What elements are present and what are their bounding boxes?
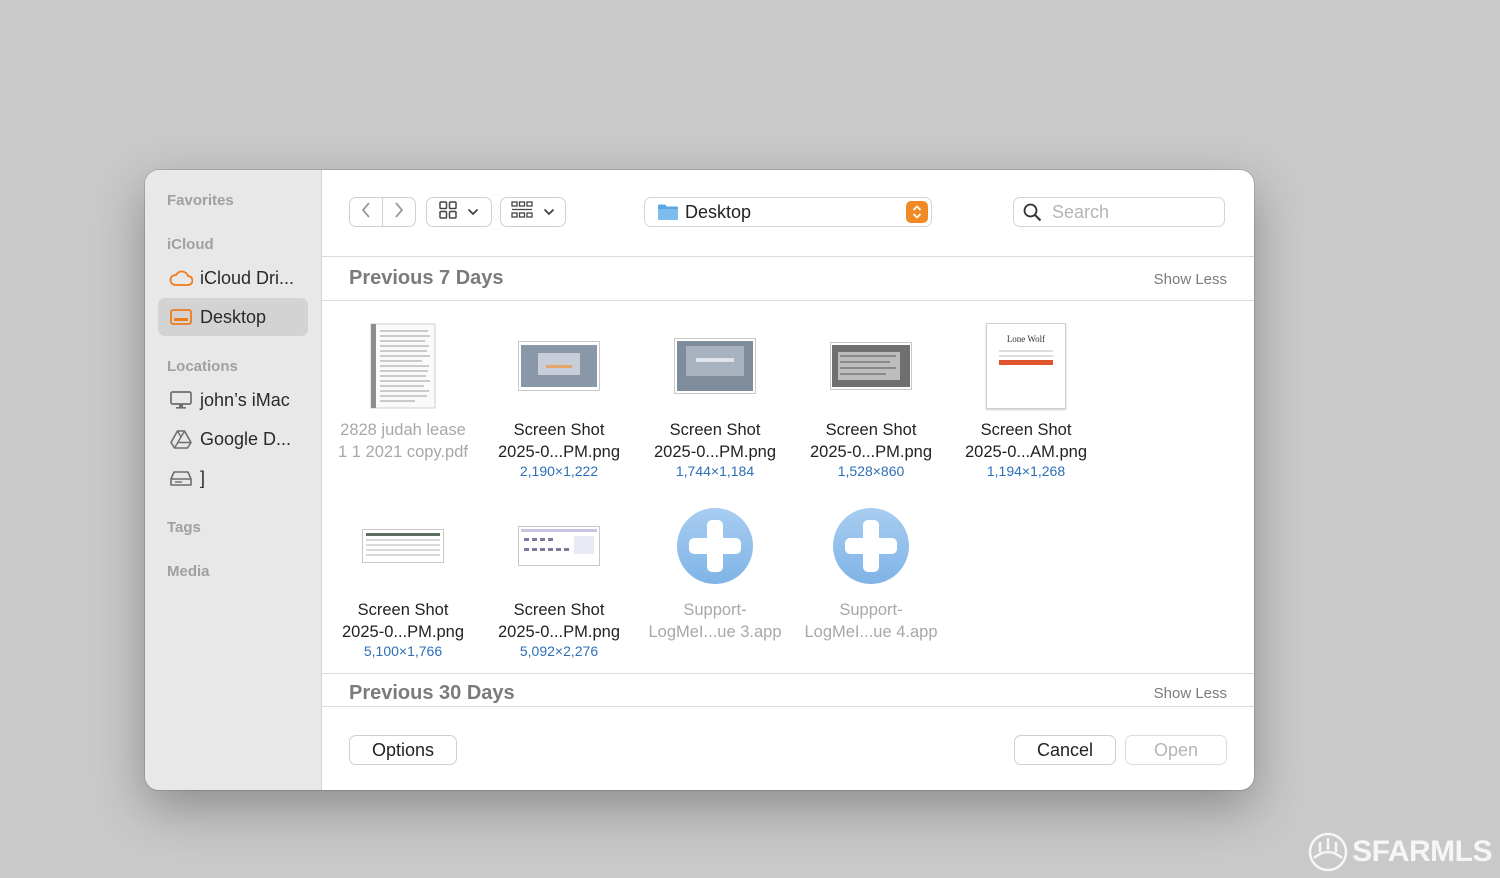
- file-name-line2: 2025-0...PM.png: [342, 623, 464, 641]
- file-name-line2: 1 1 2021 copy.pdf: [338, 443, 468, 461]
- file-name-line2: 2025-0...PM.png: [810, 443, 932, 461]
- computer-icon: [169, 388, 193, 412]
- screenshot-thumbnail: [796, 316, 946, 416]
- section-header-previous-30-days: Previous 30 Days Show Less: [322, 673, 1254, 707]
- file-item[interactable]: Screen Shot 2025-0...PM.png 2,190×1,222: [484, 316, 634, 479]
- sidebar-item-desktop[interactable]: Desktop: [158, 298, 308, 336]
- file-item[interactable]: Screen Shot 2025-0...PM.png 5,092×2,276: [484, 496, 634, 659]
- screenshot-thumbnail: [640, 316, 790, 416]
- file-name-line1: Screen Shot: [980, 421, 1072, 439]
- sidebar-item-external-drive[interactable]: ]: [158, 459, 308, 497]
- file-name-line1: Support-: [839, 601, 903, 619]
- file-dimensions: 5,100×1,766: [363, 643, 443, 659]
- file-item[interactable]: Screen Shot 2025-0...PM.png 1,528×860: [796, 316, 946, 479]
- chevron-down-icon: [543, 203, 555, 221]
- app-plus-icon: [640, 496, 790, 596]
- file-name-line2: 2025-0...PM.png: [654, 443, 776, 461]
- sidebar-item-label: Google D...: [200, 428, 292, 449]
- chevron-down-icon: [467, 203, 479, 221]
- file-name-line1: Screen Shot: [669, 421, 761, 439]
- pdf-thumbnail: [328, 316, 478, 416]
- sidebar-header-icloud: iCloud: [167, 236, 214, 253]
- sidebar-item-icloud-drive[interactable]: iCloud Dri...: [158, 259, 308, 297]
- file-item[interactable]: Support- LogMeI...ue 4.app: [796, 496, 946, 643]
- up-down-chevron-icon: [906, 201, 928, 223]
- file-item[interactable]: Screen Shot 2025-0...PM.png 5,100×1,766: [328, 496, 478, 659]
- section-title: Previous 7 Days: [349, 267, 504, 289]
- external-drive-icon: [169, 466, 193, 490]
- location-label: Desktop: [685, 201, 752, 222]
- sidebar-header-tags[interactable]: Tags: [167, 519, 201, 536]
- open-button[interactable]: Open: [1125, 735, 1227, 765]
- cancel-button[interactable]: Cancel: [1014, 735, 1116, 765]
- file-item[interactable]: Screen Shot 2025-0...PM.png 1,744×1,184: [640, 316, 790, 479]
- section-header-previous-7-days: Previous 7 Days Show Less: [322, 257, 1254, 301]
- sidebar-item-label: Desktop: [200, 306, 267, 327]
- google-drive-icon: [169, 427, 193, 451]
- view-mode-button[interactable]: [426, 197, 492, 227]
- cloud-icon: [169, 266, 193, 290]
- sidebar-item-label: ]: [200, 467, 206, 488]
- file-name-line1: 2828 judah lease: [340, 421, 466, 439]
- sidebar-item-google-drive[interactable]: Google D...: [158, 420, 308, 458]
- section-title: Previous 30 Days: [349, 682, 515, 704]
- file-name-line1: Screen Shot: [357, 601, 449, 619]
- show-less-button[interactable]: Show Less: [1154, 271, 1227, 288]
- sidebar: Favorites iCloud iCloud Dri... Desktop L…: [145, 170, 322, 790]
- sfarmls-watermark: SFARMLS: [1308, 832, 1492, 872]
- open-file-dialog: Favorites iCloud iCloud Dri... Desktop L…: [145, 170, 1254, 790]
- search-icon: [1023, 203, 1042, 222]
- watermark-logo-icon: [1308, 832, 1348, 872]
- sidebar-header-favorites: Favorites: [167, 192, 234, 209]
- watermark-text: SFARMLS: [1352, 835, 1492, 868]
- screenshot-thumbnail: Lone Wolf: [951, 316, 1101, 416]
- group-by-button[interactable]: [500, 197, 566, 227]
- sidebar-item-label: john’s iMac: [200, 389, 290, 410]
- app-plus-icon: [796, 496, 946, 596]
- group-icon: [511, 200, 533, 224]
- options-button[interactable]: Options: [349, 735, 457, 765]
- file-name-line1: Screen Shot: [513, 601, 605, 619]
- file-name-line1: Screen Shot: [825, 421, 917, 439]
- file-item[interactable]: Lone Wolf Screen Shot 2025-0...AM.png 1,…: [951, 316, 1101, 479]
- file-dimensions: 1,528×860: [837, 463, 905, 479]
- forward-button[interactable]: [382, 197, 416, 227]
- file-name-line2: LogMeI...ue 3.app: [648, 623, 782, 641]
- file-name-line2: LogMeI...ue 4.app: [804, 623, 938, 641]
- file-name-line2: 2025-0...PM.png: [498, 623, 620, 641]
- sidebar-header-media[interactable]: Media: [167, 563, 210, 580]
- search-field[interactable]: [1013, 197, 1225, 227]
- dialog-footer: Options Cancel Open: [322, 706, 1254, 790]
- chevron-left-icon: [360, 201, 372, 224]
- file-item[interactable]: 2828 judah lease 1 1 2021 copy.pdf: [328, 316, 478, 463]
- screenshot-thumbnail: [484, 496, 634, 596]
- file-dimensions: 5,092×2,276: [519, 643, 599, 659]
- folder-icon: [657, 203, 679, 221]
- sidebar-item-johns-imac[interactable]: john’s iMac: [158, 381, 308, 419]
- file-name-line2: 2025-0...PM.png: [498, 443, 620, 461]
- file-dimensions: 1,744×1,184: [675, 463, 755, 479]
- screenshot-thumbnail: [328, 496, 478, 596]
- search-input[interactable]: [1050, 200, 1214, 224]
- show-less-button[interactable]: Show Less: [1154, 685, 1227, 702]
- file-name-line2: 2025-0...AM.png: [965, 443, 1087, 461]
- sidebar-item-label: iCloud Dri...: [200, 267, 295, 288]
- file-dimensions: 1,194×1,268: [986, 463, 1066, 479]
- back-button[interactable]: [349, 197, 383, 227]
- thumbnail-logo-text: Lone Wolf: [1006, 334, 1046, 344]
- grid-view-icon: [439, 200, 457, 224]
- toolbar: Desktop: [322, 170, 1254, 257]
- file-item[interactable]: Support- LogMeI...ue 3.app: [640, 496, 790, 643]
- file-name-line1: Support-: [683, 601, 747, 619]
- desktop-folder-icon: [169, 305, 193, 329]
- chevron-right-icon: [393, 201, 405, 224]
- main-pane: Desktop Previous 7 Days Show Less: [322, 170, 1254, 790]
- sidebar-header-locations: Locations: [167, 358, 238, 375]
- screenshot-thumbnail: [484, 316, 634, 416]
- location-popup[interactable]: Desktop: [644, 197, 932, 227]
- file-name-line1: Screen Shot: [513, 421, 605, 439]
- file-dimensions: 2,190×1,222: [519, 463, 599, 479]
